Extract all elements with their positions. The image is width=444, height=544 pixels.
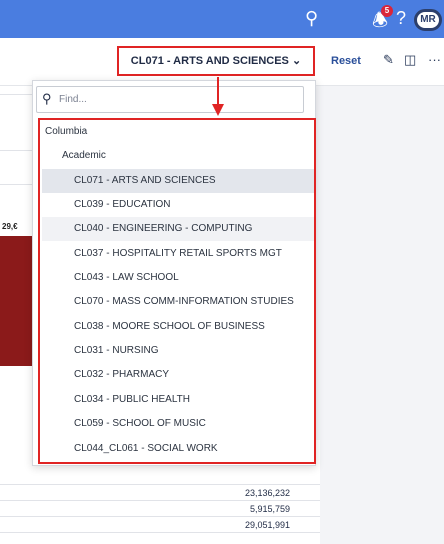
search-icon[interactable]: ⚲ bbox=[305, 8, 318, 29]
divider bbox=[0, 532, 320, 533]
list-item[interactable]: CL038 - MOORE SCHOOL OF BUSINESS bbox=[42, 315, 314, 339]
list-item[interactable]: CL037 - HOSPITALITY RETAIL SPORTS MGT bbox=[42, 242, 314, 266]
help-icon[interactable]: ? bbox=[396, 8, 406, 29]
tree-root-columbia[interactable]: Columbia bbox=[42, 120, 314, 144]
unit-list: Columbia Academic CL071 - ARTS AND SCIEN… bbox=[38, 118, 316, 464]
chart-bar bbox=[0, 236, 34, 366]
more-icon[interactable]: ··· bbox=[428, 52, 441, 67]
table-cell: 23,136,232 bbox=[244, 488, 290, 498]
list-item[interactable]: CL034 - PUBLIC HEALTH bbox=[42, 388, 314, 412]
list-item[interactable]: CL043 - LAW SCHOOL bbox=[42, 266, 314, 290]
bar-value-label: 29,€ bbox=[2, 222, 18, 231]
annotation-arrow-head bbox=[212, 104, 224, 116]
list-item[interactable]: CL044_CL061 - SOCIAL WORK bbox=[42, 437, 314, 461]
table-cell: 29,051,991 bbox=[244, 520, 290, 530]
list-item[interactable]: CL032 - PHARMACY bbox=[42, 363, 314, 387]
tree-group-academic[interactable]: Academic bbox=[42, 144, 314, 168]
find-placeholder: Find... bbox=[59, 94, 87, 105]
list-item[interactable]: CL070 - MASS COMM-INFORMATION STUDIES bbox=[42, 290, 314, 314]
chevron-down-icon: ⌄ bbox=[291, 55, 302, 67]
find-input[interactable]: ⚲ Find... bbox=[36, 86, 304, 113]
top-bar: ⚲ 🕭 5 ? MR bbox=[0, 0, 444, 38]
table-cell: 5,915,759 bbox=[249, 504, 290, 514]
avatar[interactable]: MR bbox=[414, 9, 442, 31]
list-item[interactable]: CL031 - NURSING bbox=[42, 339, 314, 363]
divider bbox=[0, 484, 320, 485]
list-item[interactable]: CL071 - ARTS AND SCIENCES bbox=[42, 169, 314, 193]
divider bbox=[0, 516, 320, 517]
pencil-icon[interactable]: ✎ bbox=[383, 52, 394, 68]
list-item[interactable]: CL040 - ENGINEERING - COMPUTING bbox=[42, 217, 314, 241]
list-item[interactable]: CL059 - SCHOOL OF MUSIC bbox=[42, 412, 314, 436]
comment-icon[interactable]: ◫ bbox=[404, 52, 416, 68]
search-icon: ⚲ bbox=[42, 91, 52, 106]
unit-selector-button[interactable]: CL071 - ARTS AND SCIENCES ⌄ bbox=[117, 46, 315, 76]
reset-button[interactable]: Reset bbox=[331, 55, 361, 67]
unit-selector-label: CL071 - ARTS AND SCIENCES bbox=[130, 55, 289, 67]
notification-badge: 5 bbox=[381, 5, 393, 17]
list-item[interactable]: CL039 - EDUCATION bbox=[42, 193, 314, 217]
divider bbox=[0, 500, 320, 501]
